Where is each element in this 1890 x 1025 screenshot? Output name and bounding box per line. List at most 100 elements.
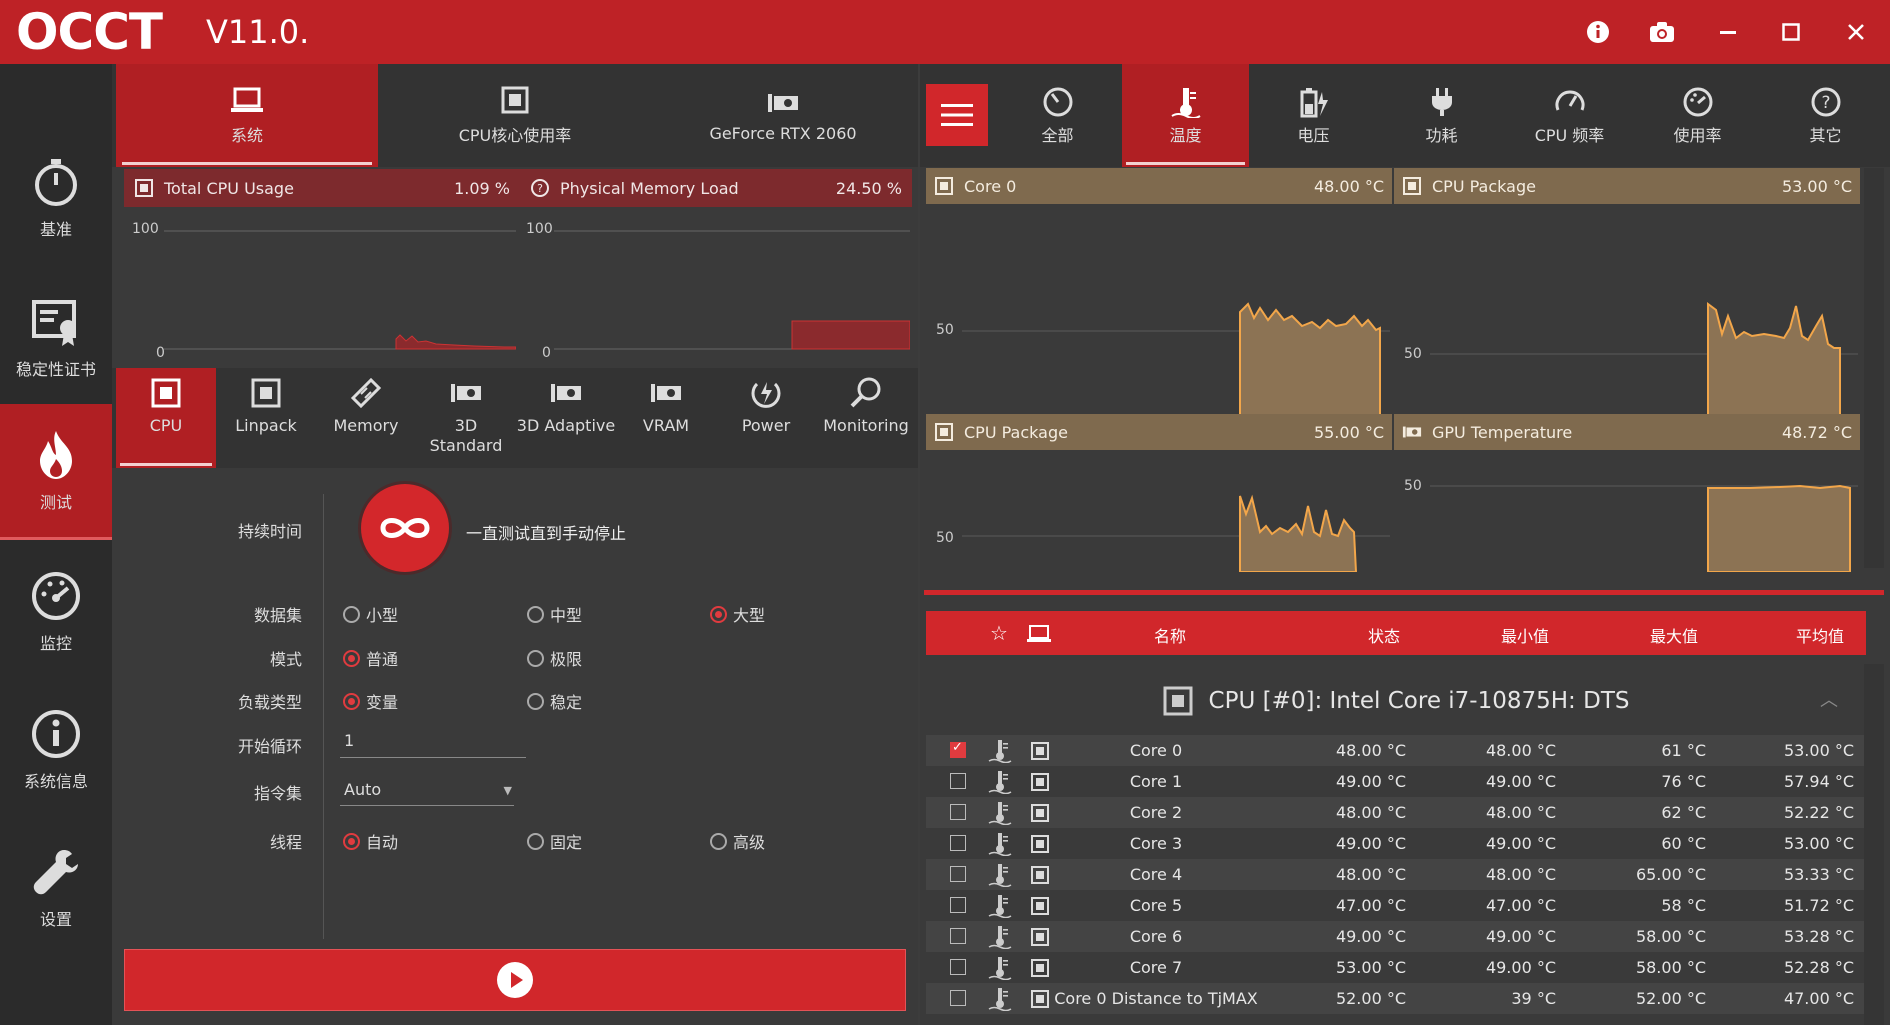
dataset-small-radio[interactable]: 小型	[343, 602, 398, 626]
start-cycle-input[interactable]: 1	[340, 728, 526, 758]
row-checkbox[interactable]	[950, 959, 966, 975]
sidebar-item-settings[interactable]: 设置	[0, 820, 112, 956]
tab-all[interactable]: 全部	[994, 64, 1121, 167]
y-min-label: 0	[542, 345, 551, 361]
sensor-avg: 53.00 °C	[1783, 741, 1854, 760]
dataset-medium-radio[interactable]: 中型	[527, 602, 582, 626]
star-icon[interactable]: ☆	[990, 621, 1008, 645]
maximize-icon[interactable]	[1771, 12, 1811, 52]
tab-cpu[interactable]: CPU	[116, 368, 216, 468]
mode-normal-radio[interactable]: 普通	[343, 646, 398, 670]
load-variable-radio[interactable]: 变量	[343, 689, 398, 713]
sensor-group-header[interactable]: CPU [#0]: Intel Core i7-10875H: DTS ︿	[926, 664, 1866, 738]
table-row[interactable]: Core 0 48.00 °C 48.00 °C 61 °C 53.00 °C	[926, 735, 1866, 766]
table-row[interactable]: Core 2 48.00 °C 48.00 °C 62 °C 52.22 °C	[926, 797, 1866, 828]
gauge-icon	[1683, 87, 1712, 116]
sensor-table-header: ☆ 名称 状态 最小值 最大值 平均值	[926, 611, 1866, 655]
row-checkbox[interactable]	[950, 928, 966, 944]
certificate-icon	[32, 300, 76, 346]
camera-icon[interactable]	[1642, 12, 1682, 52]
radio-label: 普通	[366, 650, 399, 669]
test-type-tabs: CPU Linpack Memory 3D Standard 3D Adapti…	[112, 368, 918, 468]
tab-3d-standard[interactable]: 3D Standard	[416, 368, 516, 468]
tab-temperature[interactable]: 温度	[1122, 64, 1249, 167]
speedometer-icon	[1555, 90, 1584, 111]
tab-usage[interactable]: 使用率	[1634, 64, 1761, 167]
infinite-duration-button[interactable]	[361, 484, 449, 572]
gpu-icon	[651, 384, 681, 402]
sensor-min: 39 °C	[1511, 989, 1556, 1008]
tab-gpu[interactable]: GeForce RTX 2060	[652, 64, 914, 167]
column-max[interactable]: 最大值	[1650, 623, 1698, 647]
table-row[interactable]: Core 1 49.00 °C 49.00 °C 76 °C 57.94 °C	[926, 766, 1866, 797]
tab-power[interactable]: 功耗	[1378, 64, 1505, 167]
sensor-max: 58 °C	[1661, 896, 1706, 915]
charts-scrollbar[interactable]	[1864, 168, 1884, 568]
table-row[interactable]: Core 6 49.00 °C 49.00 °C 58.00 °C 53.28 °C	[926, 921, 1866, 952]
sidebar-item-test[interactable]: 测试	[0, 404, 112, 540]
column-min[interactable]: 最小值	[1501, 623, 1549, 647]
y-tick-label: 50	[936, 322, 954, 338]
info-icon[interactable]	[1578, 12, 1618, 52]
sensor-status: 48.00 °C	[1335, 803, 1406, 822]
tab-cpu-core-usage[interactable]: CPU核心使用率	[382, 64, 648, 167]
minimize-icon[interactable]	[1708, 12, 1748, 52]
sidebar-item-certificate[interactable]: 稳定性证书	[0, 270, 112, 406]
row-checkbox[interactable]	[950, 897, 966, 913]
table-row[interactable]: Core 7 53.00 °C 49.00 °C 58.00 °C 52.28 °C	[926, 952, 1866, 983]
y-max-label: 100	[526, 221, 553, 237]
instruction-set-select[interactable]: Auto ▼	[340, 776, 514, 806]
infinity-icon	[380, 518, 430, 538]
tab-linpack[interactable]: Linpack	[216, 368, 316, 468]
table-scrollbar[interactable]	[1864, 664, 1884, 1025]
sensor-min: 47.00 °C	[1485, 896, 1556, 915]
cpu-icon	[501, 86, 529, 113]
table-row[interactable]: Core 0 Distance to TjMAX 52.00 °C 39 °C 52.…	[926, 983, 1866, 1014]
threads-fixed-radio[interactable]: 固定	[527, 829, 582, 853]
sidebar-item-monitoring[interactable]: 监控	[0, 544, 112, 680]
tab-cpu-frequency[interactable]: CPU 频率	[1506, 64, 1633, 167]
tab-label: 温度	[1169, 125, 1202, 145]
column-name[interactable]: 名称	[1154, 623, 1186, 647]
sidebar-item-benchmark[interactable]: 基准	[0, 130, 112, 266]
row-checkbox[interactable]	[950, 866, 966, 882]
row-checkbox[interactable]	[950, 740, 966, 758]
tab-power[interactable]: Power	[716, 368, 816, 468]
close-icon[interactable]	[1836, 12, 1876, 52]
tab-3d-adaptive[interactable]: 3D Adaptive	[516, 368, 616, 468]
sidebar-item-system-info[interactable]: 系统信息	[0, 682, 112, 818]
table-row[interactable]: Core 3 49.00 °C 49.00 °C 60 °C 53.00 °C	[926, 828, 1866, 859]
tab-vram[interactable]: VRAM	[616, 368, 716, 468]
chart-value: 48.00 °C	[1313, 176, 1384, 196]
tab-other[interactable]: ? 其它	[1762, 64, 1889, 167]
sensor-max: 62 °C	[1661, 803, 1706, 822]
menu-button[interactable]	[926, 84, 988, 146]
threads-advanced-radio[interactable]: 高级	[710, 829, 765, 853]
row-checkbox[interactable]	[950, 773, 966, 789]
table-row[interactable]: Core 5 47.00 °C 47.00 °C 58 °C 51.72 °C	[926, 890, 1866, 921]
tab-label: 使用率	[1673, 125, 1722, 145]
table-row[interactable]: Core 4 48.00 °C 48.00 °C 65.00 °C 53.33 °C	[926, 859, 1866, 890]
mode-extreme-radio[interactable]: 极限	[527, 646, 582, 670]
column-status[interactable]: 状态	[1368, 623, 1400, 647]
start-test-button[interactable]	[124, 949, 906, 1011]
tab-monitoring[interactable]: Monitoring	[816, 368, 916, 468]
title-bar: OCCT V11.0.	[0, 0, 1890, 64]
sensor-name: Core 7	[1129, 958, 1183, 977]
panel-splitter[interactable]	[924, 590, 1884, 595]
dataset-large-radio[interactable]: 大型	[710, 602, 765, 626]
load-steady-radio[interactable]: 稳定	[527, 689, 582, 713]
tab-voltage[interactable]: 电压	[1250, 64, 1377, 167]
laptop-icon[interactable]	[1026, 624, 1052, 644]
row-checkbox[interactable]	[950, 804, 966, 820]
tab-memory[interactable]: Memory	[316, 368, 416, 468]
row-checkbox[interactable]	[950, 835, 966, 851]
cpu-icon	[135, 179, 153, 197]
column-avg[interactable]: 平均值	[1796, 623, 1844, 647]
radio-label: 高级	[733, 833, 766, 852]
tab-system[interactable]: 系统	[116, 64, 378, 167]
speedometer-icon	[1043, 87, 1072, 116]
row-checkbox[interactable]	[950, 990, 966, 1006]
threads-auto-radio[interactable]: 自动	[343, 829, 398, 853]
chevron-up-icon[interactable]: ︿	[1820, 686, 1838, 712]
